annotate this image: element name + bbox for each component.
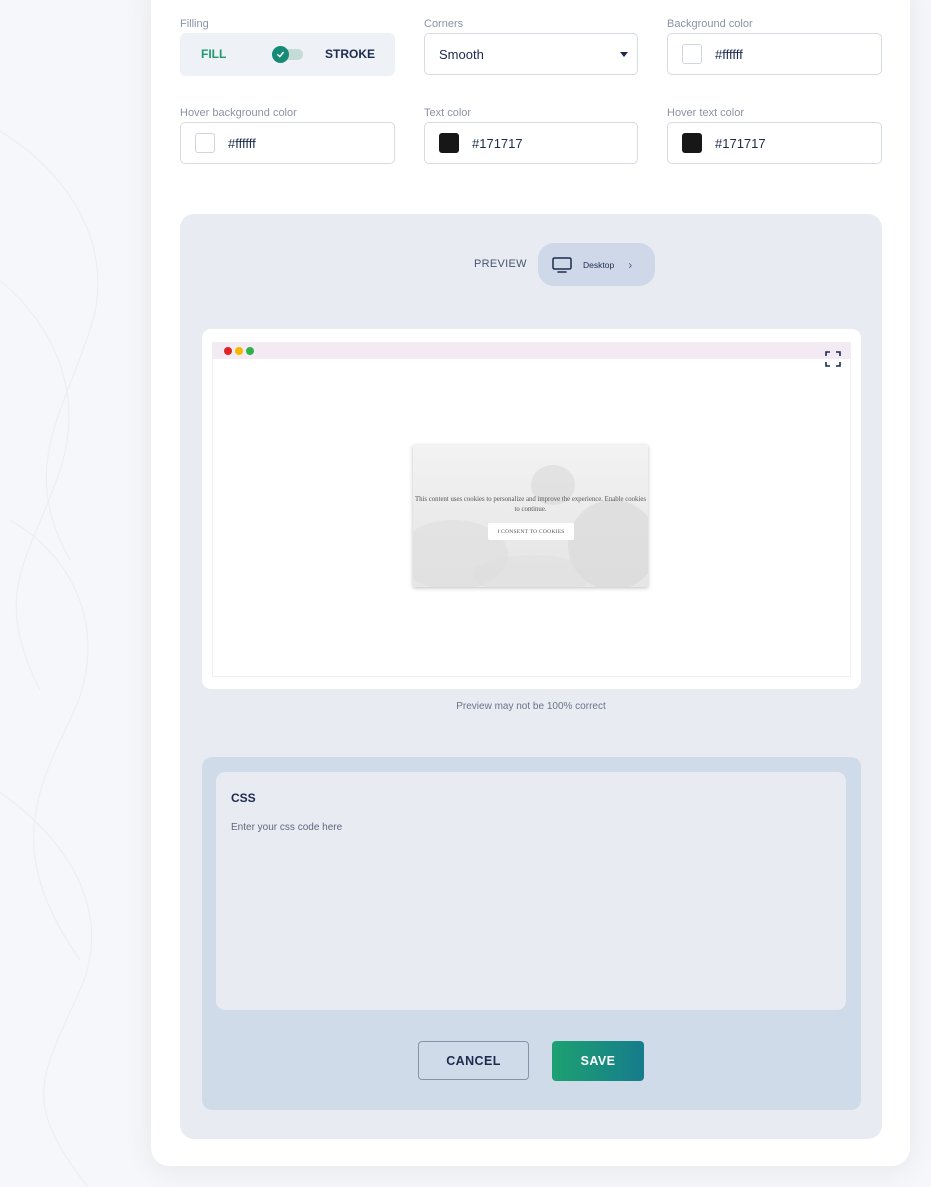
- chevron-right-icon: ›: [628, 257, 633, 272]
- background-decoration: [0, 0, 160, 1187]
- text-color-field: Text color #171717: [424, 106, 639, 164]
- window-maximize-dot: [246, 347, 254, 355]
- css-title: CSS: [231, 791, 256, 805]
- background-color-input[interactable]: #ffffff: [667, 33, 882, 75]
- background-color-label: Background color: [667, 18, 753, 30]
- background-color-swatch[interactable]: [682, 44, 702, 64]
- hover-background-color-value[interactable]: #ffffff: [228, 136, 256, 151]
- hover-background-color-input[interactable]: #ffffff: [180, 122, 395, 164]
- monitor-icon: [552, 256, 572, 273]
- css-section: CSS Enter your css code here CANCEL SAVE: [202, 757, 861, 1110]
- corners-field: Corners Smooth: [424, 17, 639, 75]
- filling-label: Filling: [180, 18, 209, 30]
- filling-field: Filling FILL STROKE: [180, 17, 395, 76]
- cookie-consent-button-preview: I CONSENT TO COOKIES: [488, 523, 574, 540]
- cookie-popup-text: This content uses cookies to personalize…: [414, 496, 646, 513]
- popup-background-image: [413, 465, 648, 587]
- window-minimize-dot: [235, 347, 243, 355]
- stroke-option-label[interactable]: STROKE: [325, 47, 375, 61]
- save-button[interactable]: SAVE: [552, 1041, 644, 1081]
- hover-text-color-input[interactable]: #171717: [667, 122, 882, 164]
- corners-select[interactable]: Smooth: [424, 33, 638, 75]
- device-label: Desktop: [583, 259, 615, 270]
- browser-mockup: This content uses cookies to personalize…: [212, 342, 851, 677]
- preview-disclaimer: Preview may not be 100% correct: [456, 701, 606, 712]
- text-color-value[interactable]: #171717: [472, 136, 523, 151]
- device-selector[interactable]: Desktop ›: [538, 243, 655, 286]
- hover-text-color-swatch[interactable]: [682, 133, 702, 153]
- css-input-placeholder[interactable]: Enter your css code here: [231, 822, 342, 833]
- preview-label: PREVIEW: [474, 258, 527, 270]
- check-icon: [277, 51, 284, 58]
- hover-text-color-field: Hover text color #171717: [667, 106, 882, 164]
- caret-down-icon: [620, 51, 628, 57]
- hover-text-color-value[interactable]: #171717: [715, 136, 766, 151]
- corners-label: Corners: [424, 18, 464, 30]
- background-color-field: Background color #ffffff: [667, 17, 882, 75]
- corners-selected-value: Smooth: [439, 46, 484, 62]
- window-close-dot: [224, 347, 232, 355]
- text-color-input[interactable]: #171717: [424, 122, 638, 164]
- background-color-value[interactable]: #ffffff: [715, 47, 743, 62]
- css-editor[interactable]: CSS Enter your css code here: [216, 772, 846, 1010]
- preview-panel: PREVIEW Desktop › This content uses cook…: [180, 214, 882, 1139]
- cancel-button[interactable]: CANCEL: [418, 1041, 529, 1080]
- fullscreen-icon[interactable]: [825, 351, 841, 367]
- hover-text-color-label: Hover text color: [667, 107, 745, 119]
- text-color-label: Text color: [424, 107, 472, 119]
- text-color-swatch[interactable]: [439, 133, 459, 153]
- fill-option-label[interactable]: FILL: [201, 47, 226, 61]
- hover-background-color-swatch[interactable]: [195, 133, 215, 153]
- preview-frame: This content uses cookies to personalize…: [202, 329, 861, 689]
- browser-titlebar: [213, 343, 850, 359]
- hover-background-color-label: Hover background color: [180, 107, 297, 119]
- hover-background-color-field: Hover background color #ffffff: [180, 106, 395, 164]
- filling-toggle[interactable]: FILL STROKE: [180, 33, 395, 76]
- toggle-knob[interactable]: [272, 46, 289, 63]
- cookie-popup-preview: This content uses cookies to personalize…: [413, 445, 648, 587]
